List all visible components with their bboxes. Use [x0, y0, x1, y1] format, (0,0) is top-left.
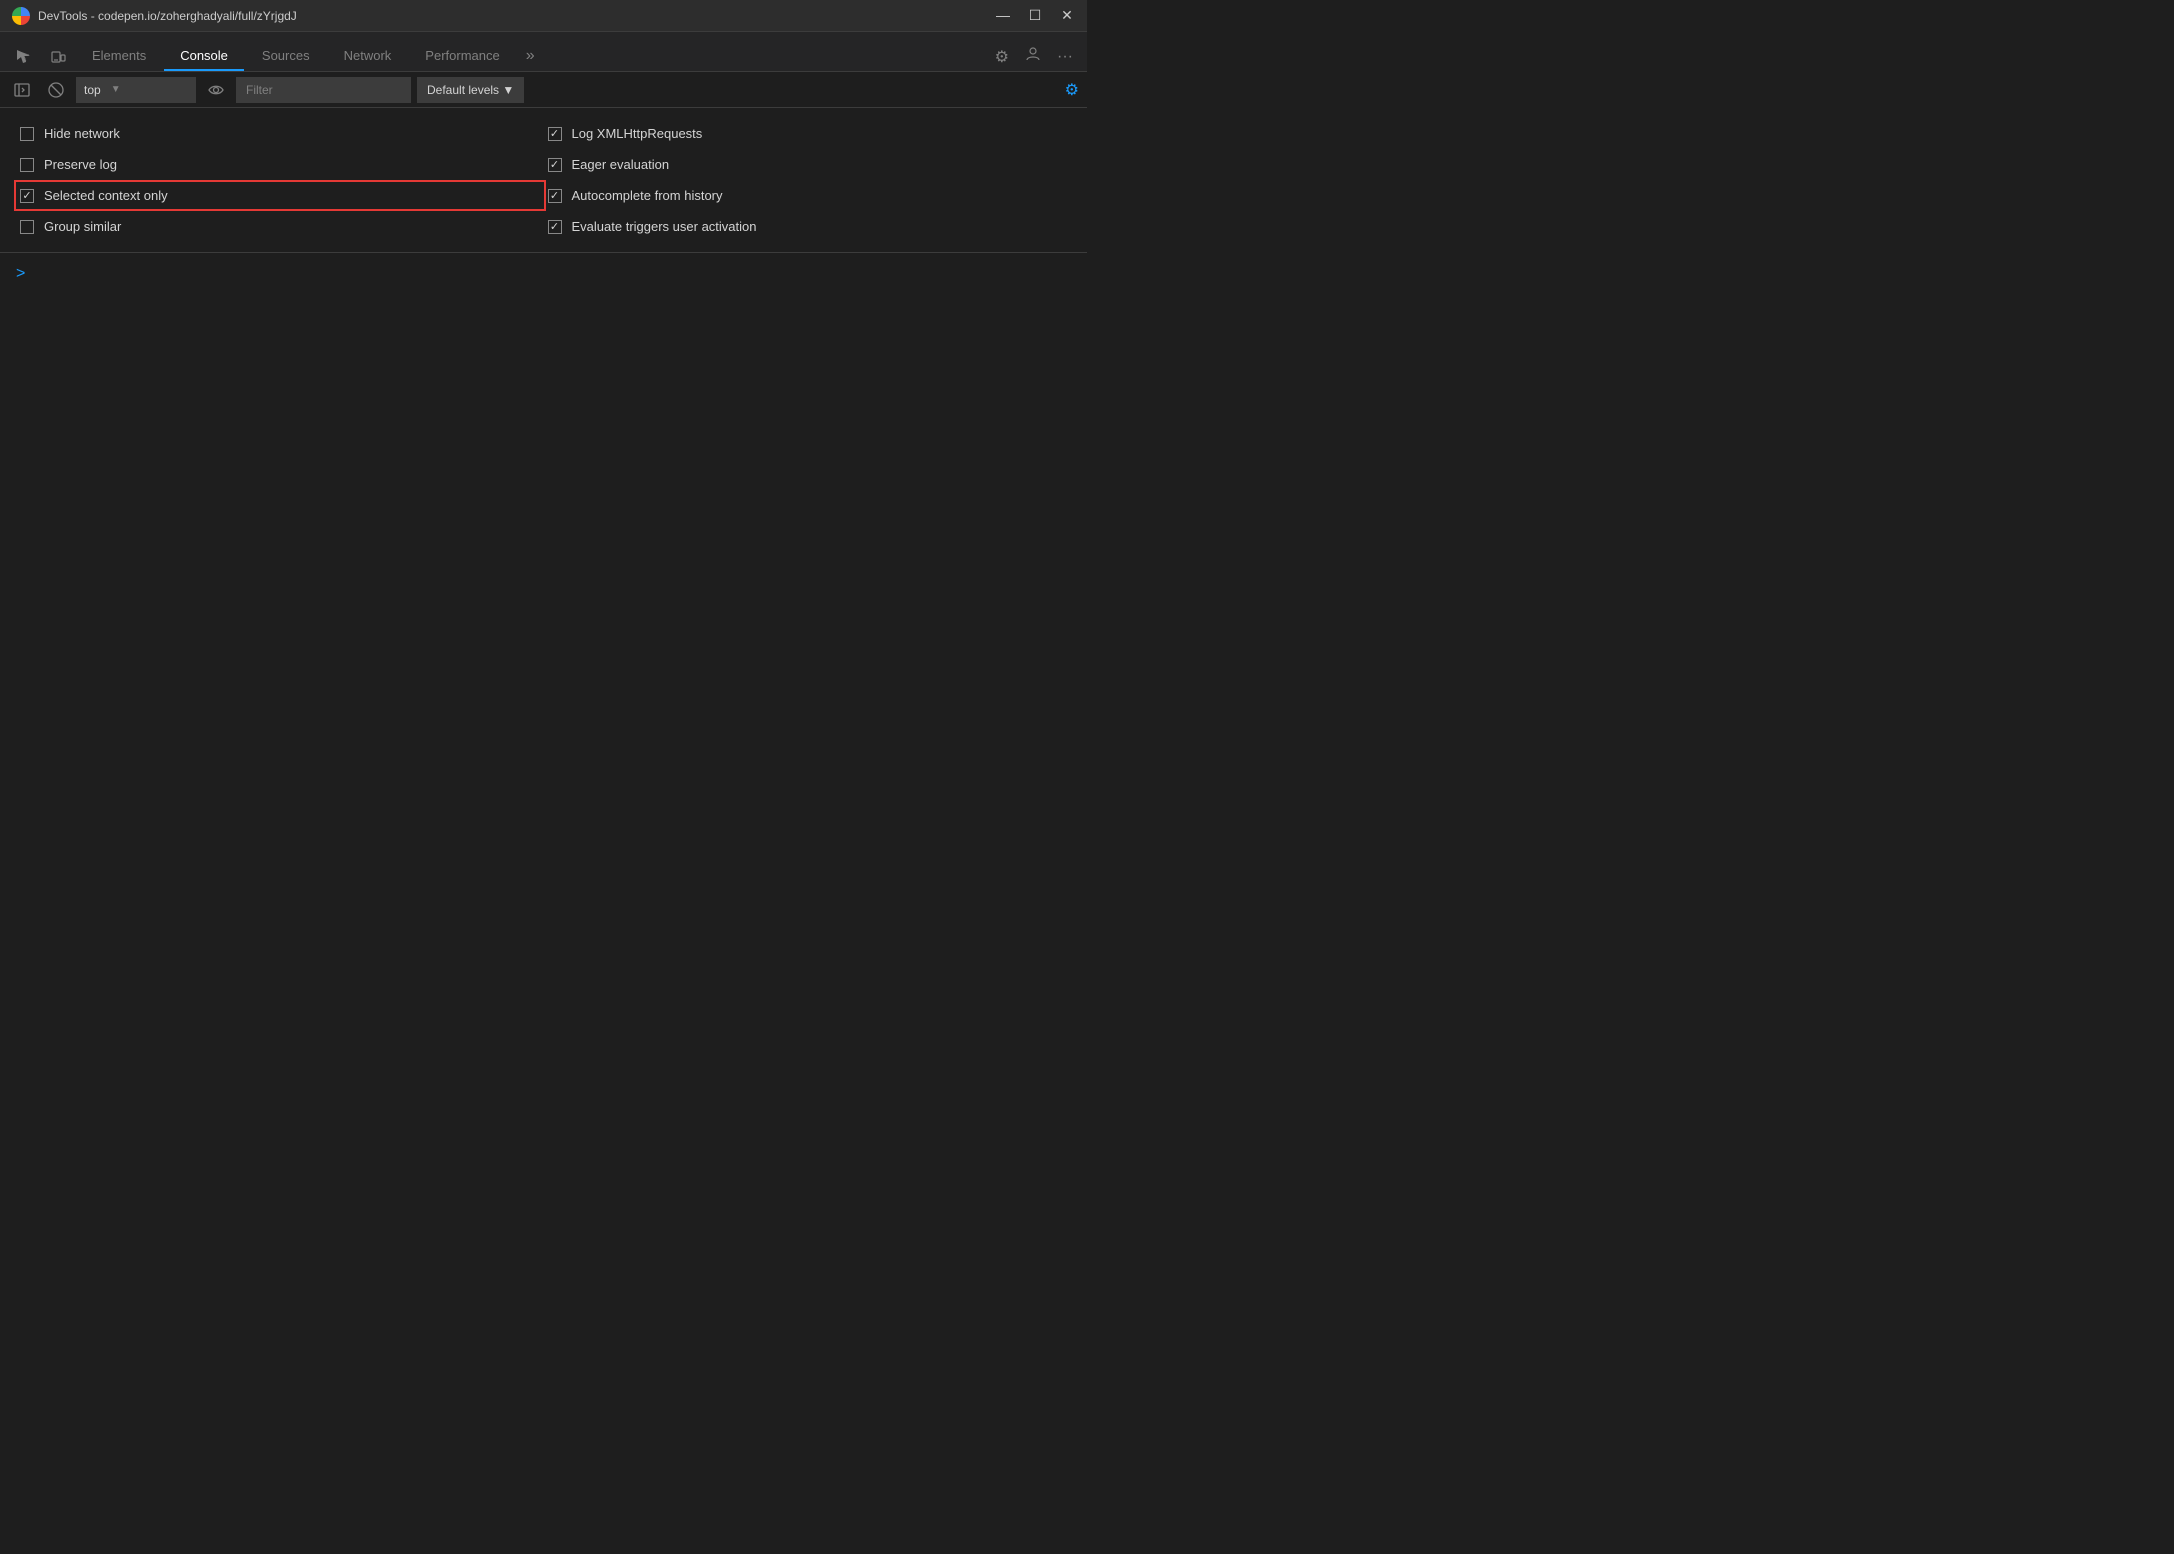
group-similar-checkbox[interactable] [20, 220, 34, 234]
user-button[interactable] [1019, 42, 1047, 71]
tab-console[interactable]: Console [164, 42, 244, 71]
preserve-log-checkbox[interactable] [20, 158, 34, 172]
console-output-area[interactable]: > [0, 253, 1087, 777]
tab-network[interactable]: Network [328, 42, 408, 71]
settings-right-column: Log XMLHttpRequests Eager evaluation Aut… [544, 118, 1072, 242]
eager-evaluation-item[interactable]: Eager evaluation [544, 149, 1072, 180]
eager-evaluation-checkbox[interactable] [548, 158, 562, 172]
selected-context-only-checkbox[interactable] [20, 189, 34, 203]
more-tabs-button[interactable]: » [518, 41, 543, 71]
autocomplete-history-item[interactable]: Autocomplete from history [544, 180, 1072, 211]
log-xmlhttp-item[interactable]: Log XMLHttpRequests [544, 118, 1072, 149]
clear-console-button[interactable] [42, 78, 70, 102]
devtools-main: Elements Console Sources Network Perform… [0, 32, 1087, 777]
hide-network-checkbox[interactable] [20, 127, 34, 141]
group-similar-item[interactable]: Group similar [16, 211, 544, 242]
autocomplete-history-checkbox[interactable] [548, 189, 562, 203]
settings-left-column: Hide network Preserve log Selected conte… [16, 118, 544, 242]
console-settings-panel: Hide network Preserve log Selected conte… [0, 108, 1087, 253]
eager-evaluation-label: Eager evaluation [572, 157, 670, 172]
selected-context-only-label: Selected context only [44, 188, 168, 203]
settings-button[interactable]: ⚙ [989, 43, 1015, 71]
selected-context-only-item[interactable]: Selected context only [14, 180, 546, 211]
console-toolbar: top ▼ Default levels ▼ ⚙ [0, 72, 1087, 108]
preserve-log-item[interactable]: Preserve log [16, 149, 544, 180]
default-levels-button[interactable]: Default levels ▼ [417, 77, 524, 103]
context-value: top [84, 83, 101, 97]
log-xmlhttp-checkbox[interactable] [548, 127, 562, 141]
log-xmlhttp-label: Log XMLHttpRequests [572, 126, 703, 141]
console-settings-gear[interactable]: ⚙ [1065, 80, 1079, 100]
hide-network-label: Hide network [44, 126, 120, 141]
tab-performance[interactable]: Performance [409, 42, 515, 71]
tab-elements[interactable]: Elements [76, 42, 162, 71]
context-arrow: ▼ [111, 84, 121, 95]
eye-button[interactable] [202, 78, 230, 102]
minimize-button[interactable]: — [995, 7, 1011, 24]
tabbar-right-actions: ⚙ ··· [989, 42, 1079, 71]
titlebar: DevTools - codepen.io/zoherghadyali/full… [0, 0, 1087, 32]
autocomplete-history-label: Autocomplete from history [572, 188, 723, 203]
filter-input[interactable] [236, 77, 411, 103]
evaluate-triggers-label: Evaluate triggers user activation [572, 219, 757, 234]
window-controls: — ☐ ✕ [995, 7, 1075, 24]
restore-button[interactable]: ☐ [1027, 7, 1043, 24]
inspect-element-button[interactable] [8, 43, 40, 71]
devtools-icon [12, 7, 30, 25]
titlebar-title: DevTools - codepen.io/zoherghadyali/full… [38, 9, 987, 23]
more-options-button[interactable]: ··· [1051, 44, 1079, 70]
console-prompt-icon: > [16, 265, 25, 283]
preserve-log-label: Preserve log [44, 157, 117, 172]
hide-network-item[interactable]: Hide network [16, 118, 544, 149]
evaluate-triggers-checkbox[interactable] [548, 220, 562, 234]
device-toggle-button[interactable] [42, 43, 74, 71]
group-similar-label: Group similar [44, 219, 121, 234]
close-button[interactable]: ✕ [1059, 7, 1075, 24]
evaluate-triggers-item[interactable]: Evaluate triggers user activation [544, 211, 1072, 242]
context-selector[interactable]: top ▼ [76, 77, 196, 103]
sidebar-toggle-button[interactable] [8, 78, 36, 102]
tabbar: Elements Console Sources Network Perform… [0, 32, 1087, 72]
tab-sources[interactable]: Sources [246, 42, 326, 71]
